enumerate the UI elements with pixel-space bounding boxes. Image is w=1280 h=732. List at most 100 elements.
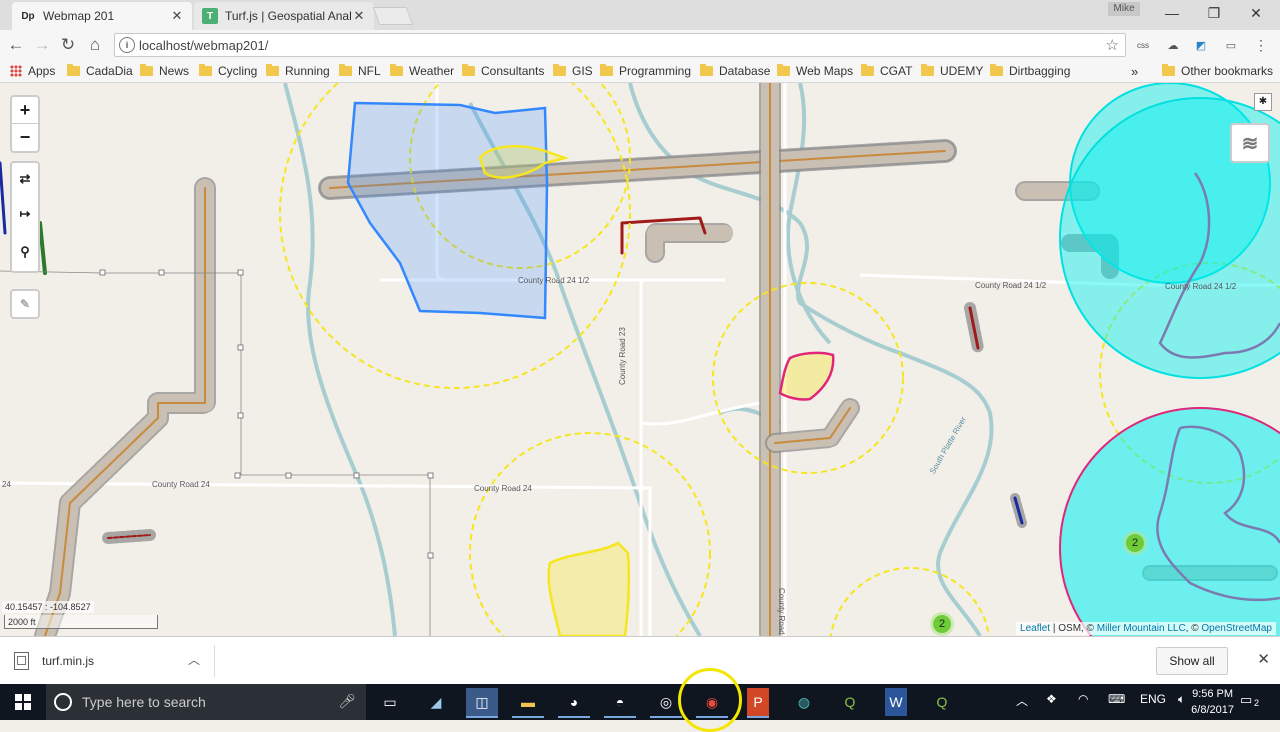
qgis-icon[interactable]: Q [926, 688, 958, 716]
zoom-in-button[interactable]: + [12, 97, 38, 124]
notifications-icon[interactable]: ▭ [1240, 692, 1252, 708]
divider [214, 645, 215, 677]
swap-icon[interactable]: ⇄ [12, 163, 38, 195]
close-icon[interactable]: ✕ [170, 8, 184, 24]
show-all-button[interactable]: Show all [1156, 647, 1228, 675]
tab-webmap[interactable]: Dp Webmap 201 ✕ [12, 2, 192, 30]
bookmark-item[interactable]: Running [266, 62, 330, 80]
zoom-out-button[interactable]: − [12, 124, 38, 150]
pin-icon[interactable]: ✱ [1254, 93, 1272, 111]
layers-control[interactable]: ≋ [1230, 123, 1270, 163]
home-icon[interactable]: ⌂ [83, 33, 107, 57]
powerpoint-icon[interactable]: P [747, 688, 769, 718]
task-view-icon[interactable]: ▭ [374, 688, 406, 716]
app-icon[interactable]: ◢ [420, 688, 452, 716]
minimize-icon[interactable]: — [1152, 0, 1192, 26]
edit-icon[interactable]: ✎ [12, 291, 38, 317]
close-window-icon[interactable]: ✕ [1236, 0, 1276, 26]
bookmark-apps[interactable]: Apps [10, 62, 55, 80]
tab-turf[interactable]: T Turf.js | Geospatial Analy ✕ [194, 2, 374, 30]
miller-link[interactable]: Miller Mountain LLC [1097, 623, 1186, 634]
close-icon[interactable]: ✕ [352, 8, 366, 24]
bookmark-other[interactable]: Other bookmarks [1162, 62, 1273, 80]
css-extension-icon[interactable]: css [1134, 36, 1152, 54]
leaflet-map[interactable]: County Road 24 1/2 County Road 24 1/2 Co… [0, 83, 1280, 636]
start-button[interactable] [0, 684, 46, 720]
bookmark-item[interactable]: Cycling [199, 62, 257, 80]
tool-control: ⇄ ↦ ⚲ [10, 161, 40, 273]
download-filename: turf.min.js [42, 654, 95, 668]
bookmark-overflow-button[interactable]: » [1131, 62, 1138, 80]
dropbox-icon[interactable]: ❖ [1046, 692, 1057, 706]
forward-icon[interactable]: → [30, 33, 54, 57]
menu-icon[interactable]: ⋮ [1252, 36, 1270, 54]
profile-button[interactable]: Mike [1108, 2, 1140, 16]
road-label: County Road 24 [474, 484, 532, 493]
magenta-polygon[interactable] [778, 351, 835, 401]
qgis-icon[interactable]: Q [834, 688, 866, 716]
bookmark-item[interactable]: NFL [339, 62, 381, 80]
bookmark-item[interactable]: CGAT [861, 62, 912, 80]
address-bar[interactable]: i localhost/webmap201/ ☆ [114, 33, 1126, 57]
yellow-polygon-south[interactable] [547, 541, 631, 636]
windows-logo-icon [15, 694, 31, 710]
folder-icon [861, 64, 874, 76]
road-label: County Road 24 1/2 [518, 276, 590, 285]
marker-cluster[interactable]: 2 [1123, 531, 1147, 555]
bookmark-item[interactable]: Dirtbagging [990, 62, 1070, 80]
bookmark-item[interactable]: Database [700, 62, 770, 80]
road-label: County Road 25 [777, 588, 786, 636]
measure-icon[interactable]: ↦ [12, 195, 38, 233]
app-icon[interactable]: ◍ [788, 688, 820, 716]
taskbar-clock[interactable]: 9:56 PM 6/8/2017 [1191, 686, 1234, 718]
chevron-up-icon[interactable]: ︿ [188, 651, 200, 668]
folder-icon [140, 64, 153, 76]
star-icon[interactable]: ☆ [1106, 36, 1119, 54]
app-icon[interactable]: ◕ [558, 688, 590, 718]
chevron-up-icon[interactable]: ︿ [1016, 692, 1028, 709]
download-item[interactable]: turf.min.js [14, 647, 94, 675]
cloud-extension-icon[interactable]: ☁ [1164, 36, 1182, 54]
search-placeholder: Type here to search [82, 694, 206, 710]
word-icon[interactable]: W [885, 688, 907, 716]
cast-icon[interactable]: ▭ [1222, 36, 1240, 54]
url-text[interactable]: localhost/webmap201/ [139, 38, 268, 53]
taskbar-search[interactable]: Type here to search 🎤︎ [46, 684, 366, 720]
leaflet-link[interactable]: Leaflet [1020, 623, 1050, 634]
bookmark-item[interactable]: Weather [390, 62, 454, 80]
microphone-icon[interactable]: 🎤︎ [338, 693, 356, 710]
road-label: County Road 24 1/2 [975, 281, 1047, 290]
keyboard-icon[interactable]: ⌨ [1108, 692, 1125, 706]
language-indicator[interactable]: ENG [1140, 692, 1166, 706]
back-icon[interactable]: ← [4, 33, 28, 57]
bookmark-item[interactable]: Consultants [462, 62, 544, 80]
app-icon[interactable]: ◓ [604, 688, 636, 718]
folder-icon [266, 64, 279, 76]
folder-icon [1162, 64, 1175, 76]
selection-polygon[interactable] [346, 101, 549, 320]
new-tab-button[interactable] [372, 7, 414, 25]
openstreetmap-link[interactable]: OpenStreetMap [1201, 623, 1272, 634]
bookmark-item[interactable]: UDEMY [921, 62, 983, 80]
folder-icon [990, 64, 1003, 76]
arrow-extension-icon[interactable]: ◩ [1192, 36, 1210, 54]
browser-toolbar: ← → ↻ ⌂ i localhost/webmap201/ ☆ css ☁ ◩… [0, 30, 1280, 60]
restore-icon[interactable]: ❐ [1194, 0, 1234, 26]
bookmark-item[interactable]: Programming [600, 62, 691, 80]
close-shelf-icon[interactable]: ✕ [1257, 650, 1270, 668]
folder-icon [390, 64, 403, 76]
file-explorer-icon[interactable]: ▬ [512, 688, 544, 718]
bookmark-item[interactable]: News [140, 62, 189, 80]
scale-bar: 2000 ft [4, 615, 158, 629]
info-icon[interactable]: i [119, 37, 135, 53]
volume-icon[interactable]: 🔈︎ [1178, 692, 1185, 707]
bookmark-item[interactable]: GIS [553, 62, 593, 80]
bookmark-item[interactable]: Web Maps [777, 62, 853, 80]
wifi-icon[interactable]: ◠ [1078, 692, 1088, 706]
reload-icon[interactable]: ↻ [56, 33, 80, 57]
marker-cluster[interactable]: 2 [930, 612, 954, 636]
marker-icon[interactable]: ⚲ [12, 233, 38, 271]
app-icon[interactable]: ◫ [466, 688, 498, 718]
bookmark-item[interactable]: CadaDia [67, 62, 133, 80]
windows-taskbar: Type here to search 🎤︎ ▭ ◢ ◫ ▬ ◕ ◓ ◎ ◉ P… [0, 684, 1280, 720]
